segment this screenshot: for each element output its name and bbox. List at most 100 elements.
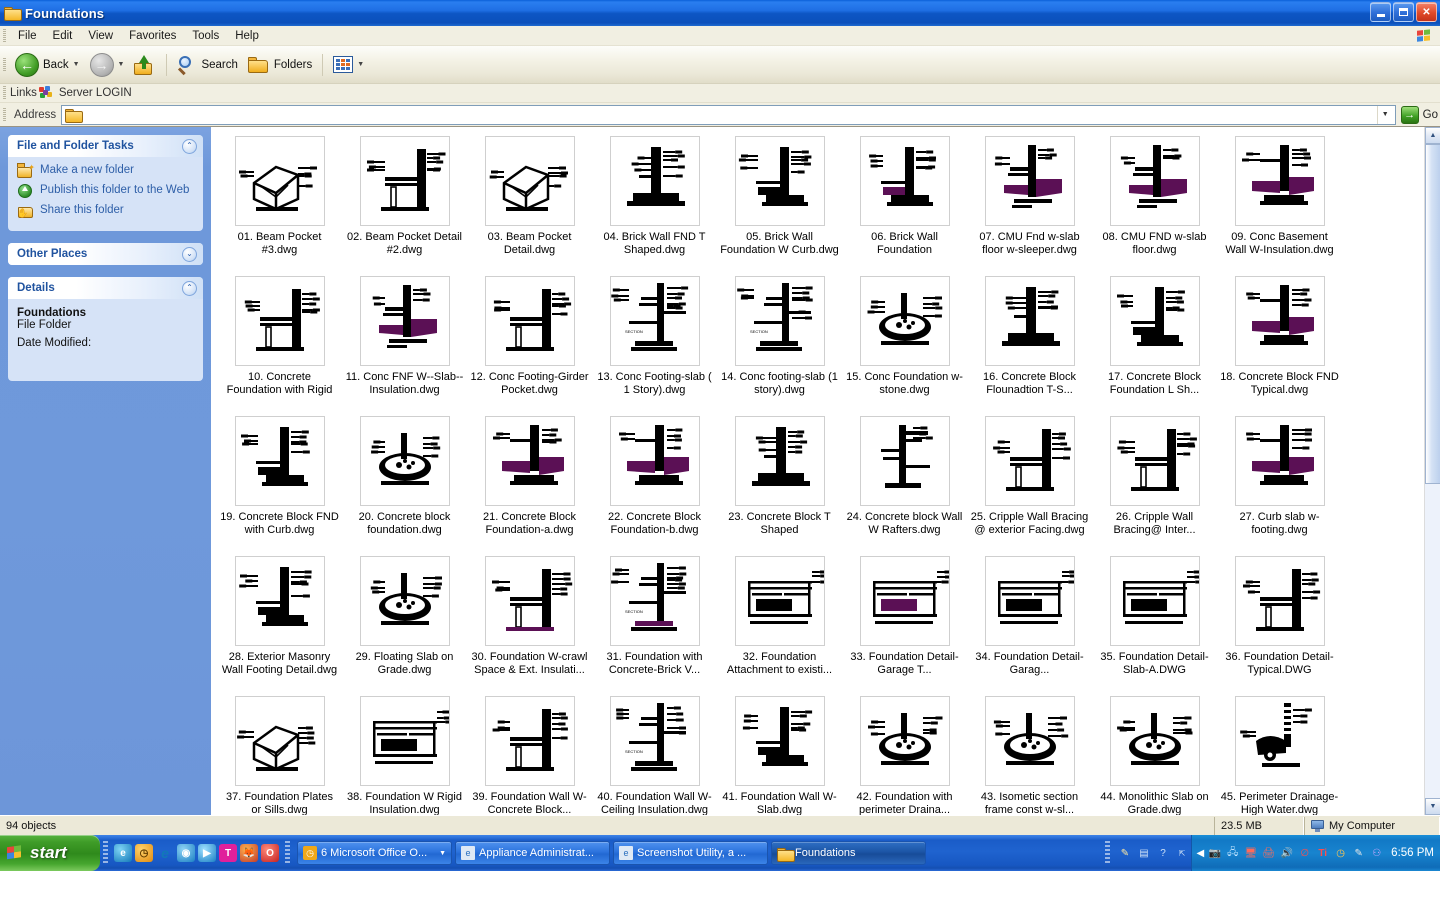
file-item[interactable]: 29. Floating Slab on Grade.dwg: [342, 553, 467, 693]
task-make-new-folder[interactable]: ✦ Make a new folder: [17, 163, 195, 179]
file-item[interactable]: 04. Brick Wall FND T Shaped.dwg: [592, 133, 717, 273]
toolbar-grip[interactable]: [3, 57, 6, 72]
file-item[interactable]: 11. Conc FNF W--Slab--Insulation.dwg: [342, 273, 467, 413]
task-area-grip[interactable]: [285, 841, 290, 865]
volume-icon[interactable]: 🔊: [1279, 846, 1294, 861]
back-button[interactable]: ← Back ▼: [10, 50, 85, 80]
close-button[interactable]: ✕: [1416, 2, 1437, 22]
text-icon[interactable]: Ti: [1315, 846, 1330, 861]
file-item[interactable]: 43. Isometic section frame const w-sl...: [967, 693, 1092, 815]
file-item[interactable]: 18. Concrete Block FND Typical.dwg: [1217, 273, 1342, 413]
window-title-bar[interactable]: Foundations ✕: [0, 0, 1440, 26]
file-item[interactable]: 42. Foundation with perimeter Draina...: [842, 693, 967, 815]
pencil-icon[interactable]: ✎: [1351, 846, 1366, 861]
media-player-icon[interactable]: ▶: [198, 844, 216, 862]
menu-item-help[interactable]: Help: [227, 28, 267, 44]
file-item[interactable]: 15. Conc Foundation w-stone.dwg: [842, 273, 967, 413]
address-input[interactable]: [81, 108, 1377, 121]
views-button[interactable]: ▼: [328, 50, 369, 80]
task-button-appliance-admin[interactable]: e Appliance Administrat...: [455, 841, 610, 865]
file-item[interactable]: 41. Foundation Wall W-Slab.dwg: [717, 693, 842, 815]
scrollbar-track[interactable]: [1425, 144, 1440, 798]
menu-item-file[interactable]: File: [10, 28, 45, 44]
file-item[interactable]: 16. Concrete Block Flounadtion T-S...: [967, 273, 1092, 413]
file-item[interactable]: 12. Conc Footing-Girder Pocket.dwg: [467, 273, 592, 413]
file-item[interactable]: 02. Beam Pocket Detail #2.dwg: [342, 133, 467, 273]
camera-icon[interactable]: 📷: [1207, 846, 1222, 861]
panel-header-file-tasks[interactable]: File and Folder Tasks ⌃: [8, 135, 203, 157]
file-item[interactable]: SECTION 14. Conc footing-slab (1 story).…: [717, 273, 842, 413]
vertical-scrollbar[interactable]: ▲ ▼: [1424, 127, 1440, 815]
start-button[interactable]: start: [0, 835, 100, 871]
file-item[interactable]: SECTION 31. Foundation with Concrete-Bri…: [592, 553, 717, 693]
file-item[interactable]: 35. Foundation Detail-Slab-A.DWG: [1092, 553, 1217, 693]
file-item[interactable]: 17. Concrete Block Foundation L Sh...: [1092, 273, 1217, 413]
scroll-down-button[interactable]: ▼: [1425, 798, 1440, 815]
task-publish-to-web[interactable]: Publish this folder to the Web: [17, 183, 195, 199]
globe-icon[interactable]: ◉: [177, 844, 195, 862]
pen-icon[interactable]: ✎: [1117, 846, 1132, 861]
display-icon[interactable]: 🖥: [1243, 846, 1258, 861]
links-grip[interactable]: [3, 86, 6, 100]
file-item[interactable]: 06. Brick Wall Foundation Rectangular.dw…: [842, 133, 967, 273]
menu-item-edit[interactable]: Edit: [45, 28, 81, 44]
views-dropdown-caret-icon[interactable]: ▼: [357, 61, 364, 68]
link-server-login[interactable]: Server LOGIN: [59, 87, 132, 99]
file-item[interactable]: 09. Conc Basement Wall W-Insulation.dwg: [1217, 133, 1342, 273]
antivirus-icon[interactable]: ∅: [1297, 846, 1312, 861]
panel-header-other-places[interactable]: Other Places ⌄: [8, 243, 203, 265]
scroll-up-button[interactable]: ▲: [1425, 127, 1440, 144]
search-button[interactable]: Search: [172, 50, 242, 80]
file-item[interactable]: 36. Foundation Detail-Typical.DWG: [1217, 553, 1342, 693]
back-dropdown-caret-icon[interactable]: ▼: [73, 61, 80, 68]
file-item[interactable]: SECTION 40. Foundation Wall W-Ceiling In…: [592, 693, 717, 815]
up-button[interactable]: [129, 50, 161, 80]
file-list-view[interactable]: 01. Beam Pocket #3.dwg 02. Beam Pocket D…: [211, 127, 1440, 815]
help-icon[interactable]: ?: [1155, 846, 1170, 861]
expand-icon[interactable]: ⇱: [1174, 846, 1189, 861]
maximize-button[interactable]: [1393, 2, 1414, 22]
file-item[interactable]: 25. Cripple Wall Bracing @ exterior Faci…: [967, 413, 1092, 553]
file-item[interactable]: 05. Brick Wall Foundation W Curb.dwg: [717, 133, 842, 273]
t-mobile-icon[interactable]: T: [219, 844, 237, 862]
folders-button[interactable]: Folders: [243, 50, 317, 80]
file-item[interactable]: 07. CMU Fnd w-slab floor w-sleeper.dwg: [967, 133, 1092, 273]
file-item[interactable]: 03. Beam Pocket Detail.dwg: [467, 133, 592, 273]
minimize-button[interactable]: [1370, 2, 1391, 22]
file-item[interactable]: 33. Foundation Detail-Garage T...: [842, 553, 967, 693]
shield-icon[interactable]: ⚇: [1369, 846, 1384, 861]
clock-orange-icon[interactable]: ◷: [135, 844, 153, 862]
file-item[interactable]: 45. Perimeter Drainage-High Water.dwg: [1217, 693, 1342, 815]
panel-header-details[interactable]: Details ⌃: [8, 277, 203, 299]
menu-item-favorites[interactable]: Favorites: [121, 28, 184, 44]
menu-item-tools[interactable]: Tools: [184, 28, 227, 44]
file-item[interactable]: 34. Foundation Detail-Garag...: [967, 553, 1092, 693]
file-item[interactable]: 21. Concrete Block Foundation-a.dwg: [467, 413, 592, 553]
file-item[interactable]: 19. Concrete Block FND with Curb.dwg: [217, 413, 342, 553]
menu-item-view[interactable]: View: [80, 28, 121, 44]
file-item[interactable]: 30. Foundation W-crawl Space & Ext. Insu…: [467, 553, 592, 693]
forward-button[interactable]: → ▼: [85, 50, 130, 80]
notes-icon[interactable]: ▤: [1136, 846, 1151, 861]
file-item[interactable]: 37. Foundation Plates or Sills.dwg: [217, 693, 342, 815]
ie-icon[interactable]: e: [156, 844, 174, 862]
ie-blue-icon[interactable]: e: [114, 844, 132, 862]
file-item[interactable]: 32. Foundation Attachment to existi...: [717, 553, 842, 693]
clock-icon[interactable]: ◷: [1333, 846, 1348, 861]
go-button[interactable]: → Go: [1400, 105, 1438, 124]
firefox-icon[interactable]: 🦊: [240, 844, 258, 862]
forward-dropdown-caret-icon[interactable]: ▼: [118, 61, 125, 68]
file-item[interactable]: 10. Concrete Foundation with Rigid Insul…: [217, 273, 342, 413]
network-icon[interactable]: 🖧: [1225, 846, 1240, 861]
quick-launch-grip[interactable]: [103, 841, 108, 865]
file-item[interactable]: 26. Cripple Wall Bracing@ Inter...: [1092, 413, 1217, 553]
file-item[interactable]: 38. Foundation W Rigid Insulation.dwg: [342, 693, 467, 815]
file-item[interactable]: 22. Concrete Block Foundation-b.dwg: [592, 413, 717, 553]
printer-icon[interactable]: 🖨: [1261, 846, 1276, 861]
task-button-screenshot-utility[interactable]: e Screenshot Utility, a ...: [613, 841, 768, 865]
tray-grip[interactable]: [1105, 841, 1111, 865]
address-grip[interactable]: [3, 107, 6, 122]
file-item[interactable]: 39. Foundation Wall W-Concrete Block...: [467, 693, 592, 815]
scrollbar-thumb[interactable]: [1425, 144, 1440, 484]
task-button-foundations[interactable]: Foundations: [771, 841, 926, 865]
